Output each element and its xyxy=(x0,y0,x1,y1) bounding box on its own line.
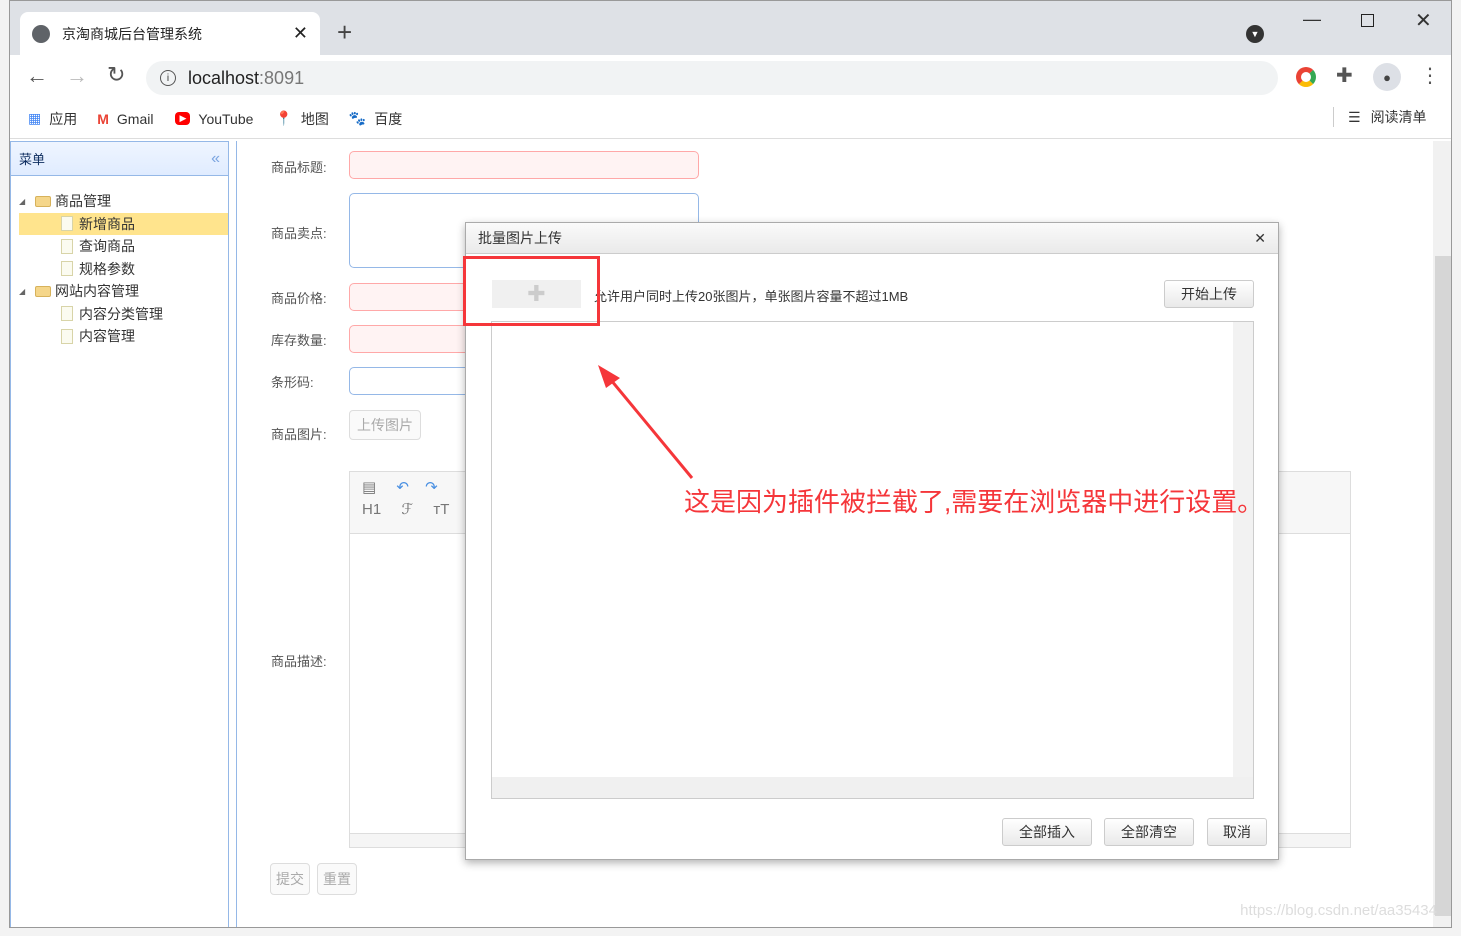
close-tab-icon[interactable]: ✕ xyxy=(293,23,308,44)
bookmark-label: 百度 xyxy=(374,110,403,127)
tab-active[interactable]: 京淘商城后台管理系统 ✕ xyxy=(20,12,320,55)
file-icon xyxy=(61,216,73,232)
baidu-paw-icon: 🐾 xyxy=(348,110,367,126)
paste-icon[interactable]: ▤ xyxy=(362,479,376,496)
apps-grid-icon: ▦ xyxy=(28,110,42,126)
image-label: 商品图片: xyxy=(271,427,327,442)
list-vscrollbar[interactable] xyxy=(1233,322,1253,778)
upload-hint: 允许用户同时上传20张图片，单张图片容量不超过1MB xyxy=(594,289,909,304)
minimize-icon[interactable]: — xyxy=(1303,9,1321,30)
new-tab-icon[interactable]: + xyxy=(337,17,352,48)
bookmark-label: Gmail xyxy=(116,110,154,127)
tab-search-icon[interactable]: ▼ xyxy=(1246,25,1264,43)
bookmark-apps[interactable]: ▦ 应用 xyxy=(28,109,77,129)
bookmark-label: 地图 xyxy=(300,110,329,127)
bookmark-maps[interactable]: 📍 地图 xyxy=(275,109,328,129)
dialog-title: 批量图片上传 xyxy=(478,230,562,246)
title-label: 商品标题: xyxy=(271,160,327,175)
forward-icon[interactable]: → xyxy=(66,63,88,89)
bookmark-label: 应用 xyxy=(49,110,78,127)
gmail-icon: M xyxy=(97,110,109,127)
submit-button[interactable]: 提交 xyxy=(270,863,310,895)
tree-label: 商品管理 xyxy=(55,193,111,210)
reading-list[interactable]: ☰ 阅读清单 xyxy=(1333,107,1427,127)
info-icon: i xyxy=(160,70,176,86)
globe-icon xyxy=(32,24,50,43)
profile-avatar-icon[interactable]: ● xyxy=(1373,63,1401,91)
collapse-icon[interactable]: « xyxy=(211,150,220,168)
annotation-highlight-box xyxy=(463,256,600,326)
menu-title: 菜单 xyxy=(19,152,46,167)
bookmark-baidu[interactable]: 🐾 百度 xyxy=(349,109,402,129)
list-hscrollbar[interactable] xyxy=(492,777,1253,798)
folder-icon xyxy=(35,195,51,207)
bookmarks-bar: ▦ 应用 M Gmail ▶ YouTube 📍 地图 🐾 百度 ☰ 阅读清单 xyxy=(10,99,1451,139)
expand-triangle-icon: ◢ xyxy=(19,196,26,206)
cancel-button[interactable]: 取消 xyxy=(1207,818,1267,846)
tree-item-content-manage[interactable]: 内容管理 xyxy=(19,325,228,348)
tree-item-add-goods[interactable]: 新增商品 xyxy=(19,212,228,235)
sidebar-menu: 菜单 « ◢ 商品管理 新增商品 查询商品 规格参数 ◢ 网站内容管理 内容分类管理 … xyxy=(10,141,229,927)
tree-label: 内容管理 xyxy=(79,328,135,345)
tree-item-content-category[interactable]: 内容分类管理 xyxy=(19,303,228,326)
address-bar[interactable]: i localhost:8091 xyxy=(146,61,1278,95)
expand-triangle-icon: ◢ xyxy=(19,286,26,296)
reload-icon[interactable]: ↻ xyxy=(107,62,125,88)
bookmark-youtube[interactable]: ▶ YouTube xyxy=(175,111,253,127)
bookmark-label: YouTube xyxy=(198,110,254,127)
maximize-icon[interactable] xyxy=(1361,14,1374,27)
reading-list-label: 阅读清单 xyxy=(1370,109,1427,125)
tree-label: 网站内容管理 xyxy=(55,283,139,300)
bookmark-gmail[interactable]: M Gmail xyxy=(97,111,153,127)
file-icon xyxy=(61,261,73,277)
annotation-text: 这是因为插件被拦截了,需要在浏览器中进行设置。 xyxy=(684,487,1264,517)
chrome-extension-icon[interactable] xyxy=(1296,67,1316,87)
tab-title: 京淘商城后台管理系统 xyxy=(62,25,202,42)
url-port: :8091 xyxy=(259,67,305,88)
tab-strip: 京淘商城后台管理系统 ✕ + ▼ — ✕ xyxy=(10,1,1451,55)
tree-group-content[interactable]: ◢ 网站内容管理 xyxy=(19,280,228,303)
tree-item-query-goods[interactable]: 查询商品 xyxy=(19,235,228,258)
close-window-icon[interactable]: ✕ xyxy=(1415,8,1432,33)
font-family-icon[interactable]: ℱ xyxy=(401,501,413,518)
tree-label: 内容分类管理 xyxy=(79,305,163,322)
insert-all-button[interactable]: 全部插入 xyxy=(1002,818,1092,846)
annotation-arrow xyxy=(598,365,694,479)
tree-label: 查询商品 xyxy=(79,238,135,255)
extensions-puzzle-icon[interactable]: ✚ xyxy=(1336,63,1353,88)
reset-button[interactable]: 重置 xyxy=(317,863,357,895)
file-icon xyxy=(61,238,73,254)
stock-label: 库存数量: xyxy=(271,333,327,348)
font-size-icon[interactable]: ᴛT xyxy=(433,501,449,518)
price-label: 商品价格: xyxy=(271,291,327,306)
title-input[interactable] xyxy=(349,151,699,179)
sell-point-label: 商品卖点: xyxy=(271,226,327,241)
redo-icon[interactable]: ↷ xyxy=(425,479,438,496)
back-icon[interactable]: ← xyxy=(26,63,48,89)
youtube-icon: ▶ xyxy=(175,112,191,125)
url-host: localhost xyxy=(188,67,260,88)
tree-item-spec-params[interactable]: 规格参数 xyxy=(19,258,228,281)
tree-group-goods[interactable]: ◢ 商品管理 xyxy=(19,190,228,213)
file-icon xyxy=(61,306,73,322)
watermark: https://blog.csdn.net/aa35434 xyxy=(1240,902,1437,919)
folder-icon xyxy=(35,285,51,297)
dialog-close-icon[interactable]: ✕ xyxy=(1254,230,1266,247)
tree-label: 规格参数 xyxy=(79,260,135,277)
clear-all-button[interactable]: 全部清空 xyxy=(1104,818,1194,846)
menu-header: 菜单 « xyxy=(11,142,228,176)
reading-list-icon: ☰ xyxy=(1348,108,1361,125)
dialog-header: 批量图片上传 ✕ xyxy=(466,223,1278,254)
desc-label: 商品描述: xyxy=(271,654,327,669)
page-scrollbar[interactable] xyxy=(1433,141,1451,927)
file-icon xyxy=(61,328,73,344)
start-upload-button[interactable]: 开始上传 xyxy=(1164,280,1254,308)
more-menu-icon[interactable]: ⋮ xyxy=(1420,63,1440,88)
barcode-label: 条形码: xyxy=(271,375,314,390)
heading-dropdown[interactable]: H1 xyxy=(362,501,381,518)
upload-image-button[interactable]: 上传图片 xyxy=(349,410,421,440)
maps-pin-icon: 📍 xyxy=(275,110,293,126)
tree-label: 新增商品 xyxy=(79,215,135,232)
undo-icon[interactable]: ↶ xyxy=(396,479,409,496)
